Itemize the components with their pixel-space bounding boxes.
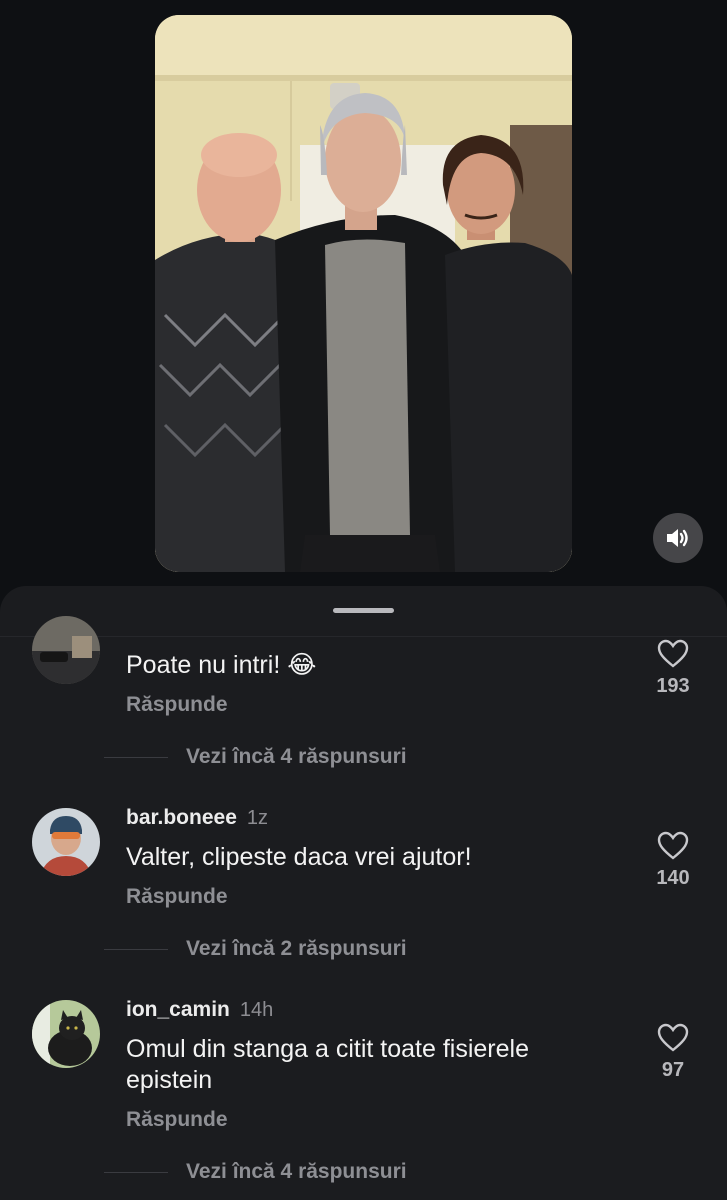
like-button[interactable]: 97 [650, 1023, 696, 1082]
like-count: 140 [656, 867, 690, 889]
comment-header: bar.boneee 1z [126, 806, 268, 830]
view-more-replies-label: Vezi încă 2 răspunsuri [186, 937, 407, 960]
view-more-replies[interactable]: Vezi încă 2 răspunsuri [104, 937, 407, 961]
avatar[interactable] [32, 808, 100, 876]
like-button[interactable]: 193 [650, 639, 696, 698]
reply-button[interactable]: Răspunde [126, 693, 228, 717]
avatar[interactable] [32, 1000, 100, 1068]
reply-button[interactable]: Răspunde [126, 885, 228, 909]
username[interactable]: bar.boneee [126, 806, 237, 829]
username[interactable]: ion_camin [126, 998, 230, 1021]
comment-text: Poate nu intri! 😂 [126, 651, 317, 679]
like-button[interactable]: 140 [650, 831, 696, 890]
replies-line [104, 756, 168, 758]
replies-line [104, 948, 168, 950]
heart-icon [657, 639, 689, 668]
view-more-replies-label: Vezi încă 4 răspunsuri [186, 745, 407, 768]
reply-button[interactable]: Răspunde [126, 1108, 228, 1132]
comment-header: ion_camin 14h [126, 998, 273, 1022]
view-more-replies[interactable]: Vezi încă 4 răspunsuri [104, 1160, 407, 1184]
comment-text: Valter, clipeste daca vrei ajutor! [126, 843, 472, 871]
view-more-replies-label: Vezi încă 4 răspunsuri [186, 1160, 407, 1183]
avatar[interactable] [32, 616, 100, 684]
like-count: 97 [661, 1059, 685, 1081]
heart-icon [657, 831, 689, 860]
divider [0, 636, 727, 637]
comments-sheet: Poate nu intri! 😂 Răspunde 193 Vezi încă… [0, 586, 727, 1200]
timestamp: 14h [239, 999, 274, 1021]
post-photo[interactable] [155, 15, 572, 572]
sound-toggle-button[interactable] [653, 513, 703, 563]
comment-text: Omul din stanga a citit toate fisierele … [126, 1035, 529, 1094]
replies-line [104, 1171, 168, 1173]
like-count: 193 [656, 675, 690, 697]
drag-handle[interactable] [333, 608, 394, 613]
speaker-icon [667, 529, 688, 547]
video-area [0, 0, 727, 600]
timestamp: 1z [246, 807, 269, 829]
view-more-replies[interactable]: Vezi încă 4 răspunsuri [104, 745, 407, 769]
heart-icon [657, 1023, 689, 1052]
